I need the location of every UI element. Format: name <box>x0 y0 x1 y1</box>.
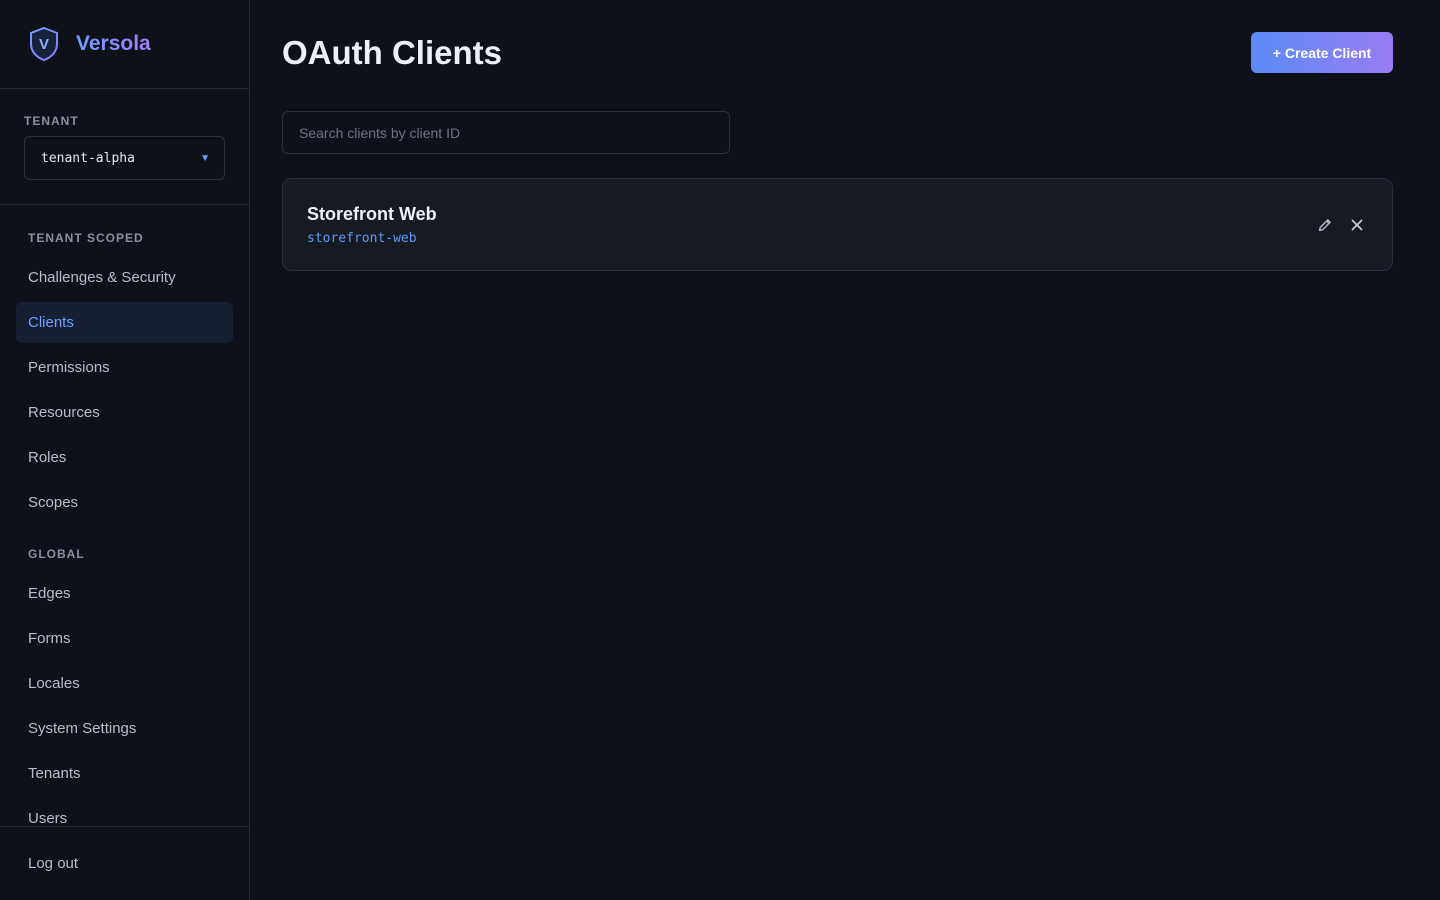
app-root: V Versola TENANT tenant-alpha ▼ TENANT S… <box>0 0 1440 900</box>
sidebar-item-edges[interactable]: Edges <box>16 573 233 614</box>
tenant-select-value: tenant-alpha <box>41 150 135 166</box>
main-content: OAuth Clients + Create Client Storefront… <box>250 0 1440 900</box>
create-client-button[interactable]: + Create Client <box>1251 32 1393 73</box>
sidebar-item-system-settings[interactable]: System Settings <box>16 708 233 749</box>
brand[interactable]: V Versola <box>0 0 249 89</box>
shield-icon: V <box>30 26 58 62</box>
brand-name: Versola <box>76 32 151 55</box>
tenant-selector-block: TENANT tenant-alpha ▼ <box>0 89 249 205</box>
tenant-label: TENANT <box>24 114 79 128</box>
sidebar-item-forms[interactable]: Forms <box>16 618 233 659</box>
client-card[interactable]: Storefront Web storefront-web <box>282 178 1393 271</box>
pencil-icon[interactable] <box>1316 216 1334 234</box>
sidebar-item-permissions[interactable]: Permissions <box>16 347 233 388</box>
client-name: Storefront Web <box>307 203 437 224</box>
close-icon[interactable] <box>1348 216 1366 234</box>
client-actions <box>1316 216 1366 234</box>
close-icon-glyph <box>1351 219 1363 230</box>
page-header: OAuth Clients + Create Client <box>282 32 1393 73</box>
logo-letter: V <box>39 36 49 53</box>
sidebar-item-challenges-security[interactable]: Challenges & Security <box>16 257 233 298</box>
logout-button[interactable]: Log out <box>0 826 249 900</box>
sidebar: V Versola TENANT tenant-alpha ▼ TENANT S… <box>0 0 250 900</box>
sidebar-item-roles[interactable]: Roles <box>16 437 233 478</box>
page-title: OAuth Clients <box>282 33 502 71</box>
nav-group-label-global: GLOBAL <box>28 547 85 561</box>
sidebar-item-resources[interactable]: Resources <box>16 392 233 433</box>
sidebar-item-scopes[interactable]: Scopes <box>16 482 233 523</box>
sidebar-item-locales[interactable]: Locales <box>16 663 233 704</box>
pencil-icon-glyph <box>1318 218 1331 231</box>
nav-group-label-tenant-scoped: TENANT SCOPED <box>28 231 144 245</box>
search-input[interactable] <box>299 124 713 141</box>
sidebar-item-clients[interactable]: Clients <box>16 302 233 343</box>
client-info: Storefront Web storefront-web <box>307 204 437 246</box>
sidebar-nav: TENANT SCOPED Challenges & Security Clie… <box>0 205 249 839</box>
sidebar-item-tenants[interactable]: Tenants <box>16 753 233 794</box>
client-id: storefront-web <box>307 230 417 246</box>
caret-down-icon: ▼ <box>200 152 210 164</box>
search-box <box>282 111 730 154</box>
tenant-select[interactable]: tenant-alpha ▼ <box>24 136 225 180</box>
logout-label: Log out <box>28 855 79 872</box>
